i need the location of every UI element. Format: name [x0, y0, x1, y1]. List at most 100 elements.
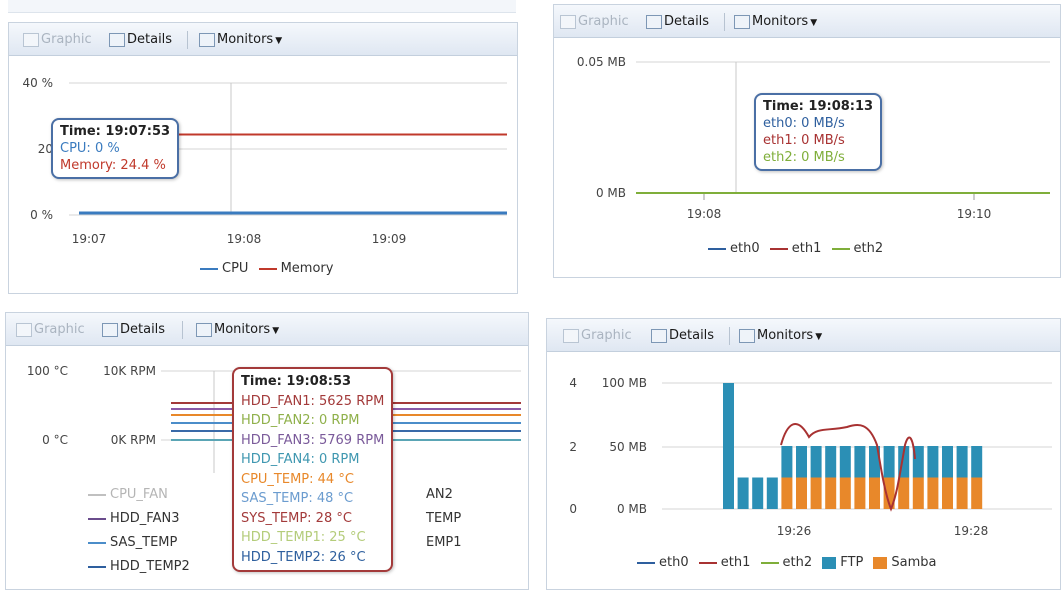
- legend-eth1-swatch: [769, 247, 788, 250]
- y-right-label: 10K RPM: [103, 364, 156, 378]
- samba-bar: [971, 477, 983, 509]
- tooltip-hdd-fan4: HDD_FAN4: 0 RPM: [241, 452, 360, 467]
- legend-cpu-swatch: [200, 267, 218, 270]
- legend-eth1[interactable]: eth1: [792, 241, 822, 256]
- tooltip-hdd-fan1: HDD_FAN1: 5625 RPM: [241, 393, 385, 409]
- legend-partial-hdd-temp1[interactable]: EMP1: [426, 535, 462, 550]
- tooltip-time: Time: 19:08:13: [763, 99, 874, 114]
- network-tooltip: Time: 19:08:13 eth0: 0 MB/s eth1: 0 MB/s…: [754, 93, 883, 171]
- legend-memory[interactable]: Memory: [281, 261, 334, 276]
- legend-eth1-swatch: [698, 561, 717, 564]
- tooltip-time: Time: 19:08:53: [241, 374, 352, 389]
- legend-swatch: [88, 541, 106, 544]
- legend-samba[interactable]: Samba: [891, 555, 936, 570]
- y-tick-label: 0 %: [30, 208, 53, 222]
- ftp-bar: [737, 477, 749, 509]
- ftp-bar: [839, 446, 851, 478]
- legend-swatch: [88, 493, 106, 496]
- x-tick-label: 19:08: [227, 232, 262, 246]
- chart-legend: eth0 eth1 eth2 FTP Samba: [631, 555, 937, 570]
- tooltip-sys-temp: SYS_TEMP: 28 °C: [241, 510, 352, 526]
- y-left-label: 2: [569, 440, 577, 454]
- tooltip-eth2: eth2: 0 MB/s: [763, 150, 845, 165]
- legend-eth2[interactable]: eth2: [783, 555, 813, 570]
- hardware-panel: Graphic Details Monitors ▼ 100 °C 0 °C 10…: [5, 312, 529, 590]
- tooltip-time: Time: 19:07:53: [60, 124, 171, 139]
- legend-sas-temp[interactable]: SAS_TEMP: [88, 535, 177, 550]
- legend-ftp-swatch: [822, 556, 837, 569]
- services-chart: 4 2 0 100 MB 50 MB 0 MB 19:26 19:28: [569, 376, 1052, 538]
- x-tick-label: 19:28: [954, 524, 989, 538]
- samba-bar: [825, 477, 837, 509]
- ftp-bar: [942, 446, 953, 478]
- tooltip-sas-temp: SAS_TEMP: 48 °C: [241, 491, 354, 506]
- y-left-label: 0: [569, 502, 577, 516]
- legend-swatch: [88, 517, 106, 520]
- legend-hdd-temp2[interactable]: HDD_TEMP2: [88, 559, 190, 574]
- services-panel: Graphic Details Monitors ▼ 4 2 0 100 MB 5…: [546, 318, 1061, 590]
- legend-eth0-swatch: [708, 247, 726, 250]
- cpu-memory-tooltip: Time: 19:07:53 CPU: 0 % Memory: 24.4 %: [51, 118, 180, 179]
- y-tick-label: 0 MB: [596, 186, 626, 200]
- x-tick-label: 19:09: [372, 232, 407, 246]
- ftp-bar: [810, 446, 822, 478]
- legend-partial-cpu-temp[interactable]: TEMP: [426, 511, 461, 526]
- x-tick-label: 19:26: [777, 524, 812, 538]
- tooltip-cpu-temp: CPU_TEMP: 44 °C: [241, 471, 354, 487]
- cpu-memory-panel: Graphic Details Monitors ▼ 40 % 20 0 % 19…: [8, 22, 518, 294]
- samba-bar: [839, 477, 851, 509]
- ftp-bar: [723, 383, 734, 509]
- ftp-bar: [883, 446, 895, 478]
- samba-bar: [869, 477, 880, 509]
- legend-cpu-fan[interactable]: CPU_FAN: [88, 487, 168, 502]
- hardware-tooltip: Time: 19:08:53 HDD_FAN1: 5625 RPM HDD_FA…: [232, 367, 394, 572]
- legend-eth2-swatch: [760, 561, 779, 564]
- legend-eth1[interactable]: eth1: [721, 555, 751, 570]
- network-panel: Graphic Details Monitors ▼ 0.05 MB 0 MB 1…: [553, 4, 1061, 278]
- ftp-bar: [971, 446, 983, 478]
- ftp-bar: [854, 446, 866, 478]
- legend-cpu[interactable]: CPU: [222, 261, 248, 276]
- ftp-bar: [956, 446, 968, 478]
- legend-ftp[interactable]: FTP: [840, 555, 863, 570]
- legend-eth2[interactable]: eth2: [854, 241, 884, 256]
- tooltip-memory: Memory: 24.4 %: [60, 158, 166, 173]
- samba-bar: [781, 477, 793, 509]
- legend-eth0-swatch: [637, 561, 655, 564]
- y-right-label: 100 MB: [602, 376, 647, 390]
- y-left-label: 4: [569, 376, 577, 390]
- y-right-label: 0 MB: [617, 502, 647, 516]
- tooltip-hdd-fan2: HDD_FAN2: 0 RPM: [241, 413, 360, 428]
- y-left-label: 100 °C: [27, 364, 68, 378]
- legend-hdd-fan3[interactable]: HDD_FAN3: [88, 511, 179, 526]
- ftp-bar: [766, 477, 778, 509]
- ftp-bar: [825, 446, 837, 478]
- y-tick-label: 0.05 MB: [577, 55, 626, 69]
- samba-bar: [912, 477, 924, 509]
- legend-eth0[interactable]: eth0: [659, 555, 689, 570]
- y-right-label: 0K RPM: [111, 433, 156, 447]
- top-strip-left: [8, 0, 516, 13]
- x-tick-label: 19:08: [687, 207, 722, 221]
- samba-bar: [956, 477, 968, 509]
- x-tick-label: 19:10: [957, 207, 992, 221]
- ftp-bar: [796, 446, 807, 478]
- legend-samba-swatch: [873, 556, 888, 569]
- y-right-label: 50 MB: [609, 440, 647, 454]
- ftp-bar: [781, 446, 793, 478]
- samba-bar: [898, 477, 910, 509]
- tooltip-hdd-fan3: HDD_FAN3: 5769 RPM: [241, 432, 385, 448]
- chart-legend: eth0 eth1 eth2: [702, 241, 883, 256]
- chart-legend: CPU Memory: [194, 261, 333, 276]
- samba-bar: [854, 477, 866, 509]
- legend-partial-hdd-fan2[interactable]: AN2: [426, 487, 453, 502]
- y-tick-label: 40 %: [23, 76, 54, 90]
- tooltip-hdd-temp1: HDD_TEMP1: 25 °C: [241, 530, 366, 545]
- samba-bar: [796, 477, 807, 509]
- tooltip-cpu: CPU: 0 %: [60, 141, 120, 156]
- samba-bar: [942, 477, 953, 509]
- legend-eth0[interactable]: eth0: [730, 241, 760, 256]
- tooltip-hdd-temp2: HDD_TEMP2: 26 °C: [241, 549, 366, 565]
- samba-bar: [810, 477, 822, 509]
- x-tick-label: 19:07: [72, 232, 107, 246]
